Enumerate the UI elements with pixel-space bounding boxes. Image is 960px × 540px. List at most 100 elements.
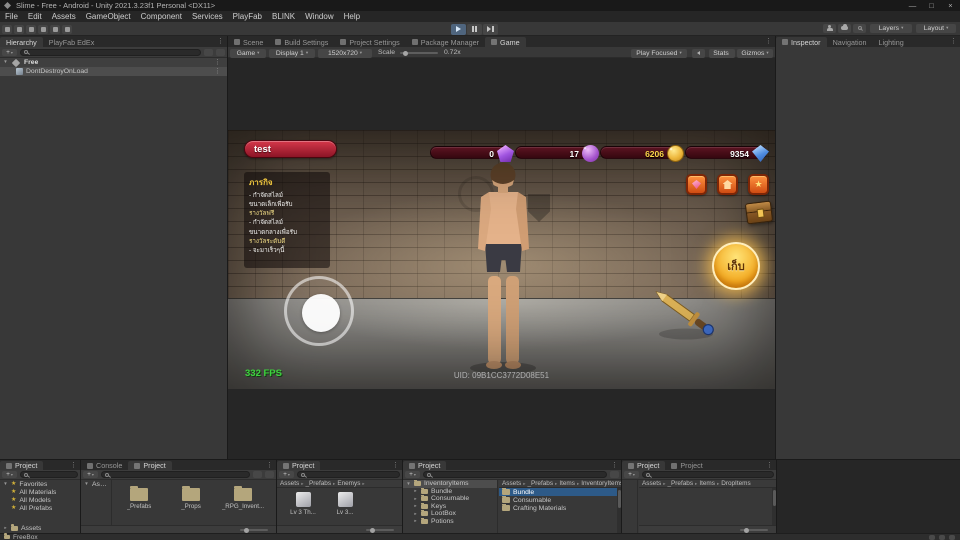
breadcrumb-assets[interactable]: Assets xyxy=(280,480,299,487)
tree-item-potions[interactable]: Potions xyxy=(403,517,497,526)
close-button[interactable]: × xyxy=(941,0,960,11)
scene-picking-icon[interactable] xyxy=(216,48,225,56)
scrollbar-thumb[interactable] xyxy=(617,490,621,508)
foldout-icon[interactable] xyxy=(413,489,418,494)
status-activity-icon[interactable] xyxy=(929,534,935,540)
virtual-joystick[interactable] xyxy=(284,276,354,346)
tab-project-settings[interactable]: Project Settings xyxy=(334,37,405,47)
tab-project[interactable]: Project xyxy=(403,461,447,470)
event-button-home[interactable] xyxy=(717,174,738,195)
tree-item-bundle[interactable]: Bundle xyxy=(403,487,497,496)
tree-item-all-materials[interactable]: All Materials xyxy=(0,488,80,496)
status-progress-icon[interactable] xyxy=(949,534,955,540)
tab-project-2[interactable]: Project xyxy=(665,461,708,470)
foldout-icon[interactable] xyxy=(413,504,418,509)
tree-item-assets[interactable]: Assets xyxy=(81,480,111,488)
panel-menu-icon[interactable] xyxy=(611,462,618,469)
zoom-slider[interactable] xyxy=(740,527,768,533)
sword-item[interactable] xyxy=(648,282,720,344)
display-dropdown[interactable]: Display 1 xyxy=(269,48,315,58)
create-asset-button[interactable] xyxy=(405,471,420,478)
tree-item-lootbox[interactable]: LootBox xyxy=(403,510,497,518)
play-focused-dropdown[interactable]: Play Focused xyxy=(631,48,687,58)
asset-item-lv3-2[interactable]: Lv 3... xyxy=(325,492,365,516)
breadcrumb-inventoryitems[interactable]: InventoryItems xyxy=(581,480,621,487)
rect-tool-icon[interactable] xyxy=(50,24,60,34)
create-asset-button[interactable] xyxy=(2,471,17,478)
scrollbar-thumb[interactable] xyxy=(772,490,776,506)
menu-blink[interactable]: BLINK xyxy=(267,11,300,22)
dock-menu-icon[interactable] xyxy=(217,38,224,45)
tree-item-keys[interactable]: Keys xyxy=(403,502,497,511)
collect-button[interactable]: เก็บ xyxy=(712,242,760,290)
menu-edit[interactable]: Edit xyxy=(23,11,47,22)
tree-item-assets[interactable]: Assets xyxy=(0,524,80,532)
vertical-scrollbar[interactable] xyxy=(772,488,776,525)
dock-menu-icon[interactable] xyxy=(765,38,772,45)
asset-item-lv3-1[interactable]: Lv 3 Th... xyxy=(283,492,323,516)
tree-item-all-models[interactable]: All Models xyxy=(0,496,80,504)
asset-item-consumable[interactable]: Consumable xyxy=(499,496,621,504)
scale-tool-icon[interactable] xyxy=(38,24,48,34)
layers-dropdown[interactable]: Layers xyxy=(870,23,912,33)
breadcrumb-assets[interactable]: Assets xyxy=(502,480,521,487)
foldout-icon[interactable] xyxy=(413,519,418,524)
scale-slider[interactable] xyxy=(400,50,438,56)
project-search-input[interactable] xyxy=(297,471,400,478)
panel-menu-icon[interactable] xyxy=(766,462,773,469)
scene-options-icon[interactable] xyxy=(214,59,221,66)
tab-project[interactable]: Project xyxy=(277,461,321,470)
tab-project[interactable]: Project xyxy=(622,461,666,470)
event-button-gem[interactable] xyxy=(686,174,707,195)
create-object-button[interactable] xyxy=(2,48,17,56)
search-by-type-icon[interactable] xyxy=(610,471,619,478)
project-search-input[interactable] xyxy=(642,471,774,478)
play-button[interactable] xyxy=(451,23,466,35)
asset-folder-prefabs[interactable]: _Prefabs xyxy=(117,486,161,510)
menu-playfab[interactable]: PlayFab xyxy=(228,11,267,22)
step-button[interactable] xyxy=(483,23,498,35)
pause-button[interactable] xyxy=(467,23,482,35)
menu-gameobject[interactable]: GameObject xyxy=(81,11,136,22)
tree-item-favorites[interactable]: Favorites xyxy=(0,480,80,488)
foldout-icon[interactable] xyxy=(413,512,418,517)
tab-inspector[interactable]: Inspector xyxy=(776,37,827,47)
panel-menu-icon[interactable] xyxy=(70,462,77,469)
menu-help[interactable]: Help xyxy=(339,11,365,22)
tab-project[interactable]: Project xyxy=(128,461,172,470)
panel-menu-icon[interactable] xyxy=(266,462,273,469)
hierarchy-item-dontdestroyonload[interactable]: DontDestroyOnLoad xyxy=(0,67,227,76)
breadcrumb-prefabs[interactable]: _Prefabs xyxy=(667,480,693,487)
breadcrumb-prefabs[interactable]: _Prefabs xyxy=(305,480,331,487)
foldout-icon[interactable] xyxy=(3,60,8,65)
event-button-reward[interactable] xyxy=(748,174,769,195)
status-console-icon[interactable] xyxy=(939,534,945,540)
asset-item-bundle[interactable]: Bundle xyxy=(499,488,621,496)
foldout-icon[interactable] xyxy=(406,482,411,487)
search-by-label-icon[interactable] xyxy=(265,471,274,478)
foldout-icon[interactable] xyxy=(413,497,418,502)
display-target-dropdown[interactable]: Game xyxy=(230,48,266,58)
tab-build-settings[interactable]: Build Settings xyxy=(269,37,334,47)
maximize-button[interactable]: □ xyxy=(922,0,941,11)
zoom-slider[interactable] xyxy=(240,527,268,533)
scene-header-row[interactable]: Free xyxy=(0,58,227,67)
hand-tool-icon[interactable] xyxy=(2,24,12,34)
foldout-icon[interactable] xyxy=(3,482,8,487)
cloud-icon[interactable] xyxy=(838,23,851,33)
breadcrumb-enemys[interactable]: Enemys xyxy=(337,480,360,487)
asset-folder-props[interactable]: _Props xyxy=(169,486,213,510)
menu-window[interactable]: Window xyxy=(300,11,338,22)
project-search-input[interactable] xyxy=(20,471,78,478)
project-search-input[interactable] xyxy=(423,471,607,478)
resolution-dropdown[interactable]: 1520x720 xyxy=(318,48,372,58)
breadcrumb-prefabs[interactable]: _Prefabs xyxy=(527,480,553,487)
joystick-knob[interactable] xyxy=(302,294,340,332)
tab-scene[interactable]: Scene xyxy=(228,37,269,47)
tab-lighting[interactable]: Lighting xyxy=(873,37,910,47)
tab-package-manager[interactable]: Package Manager xyxy=(406,37,485,47)
layout-dropdown[interactable]: Layout xyxy=(916,23,956,33)
mute-audio-icon[interactable] xyxy=(692,48,705,58)
scene-visibility-icon[interactable] xyxy=(204,48,213,56)
menu-component[interactable]: Component xyxy=(136,11,187,22)
